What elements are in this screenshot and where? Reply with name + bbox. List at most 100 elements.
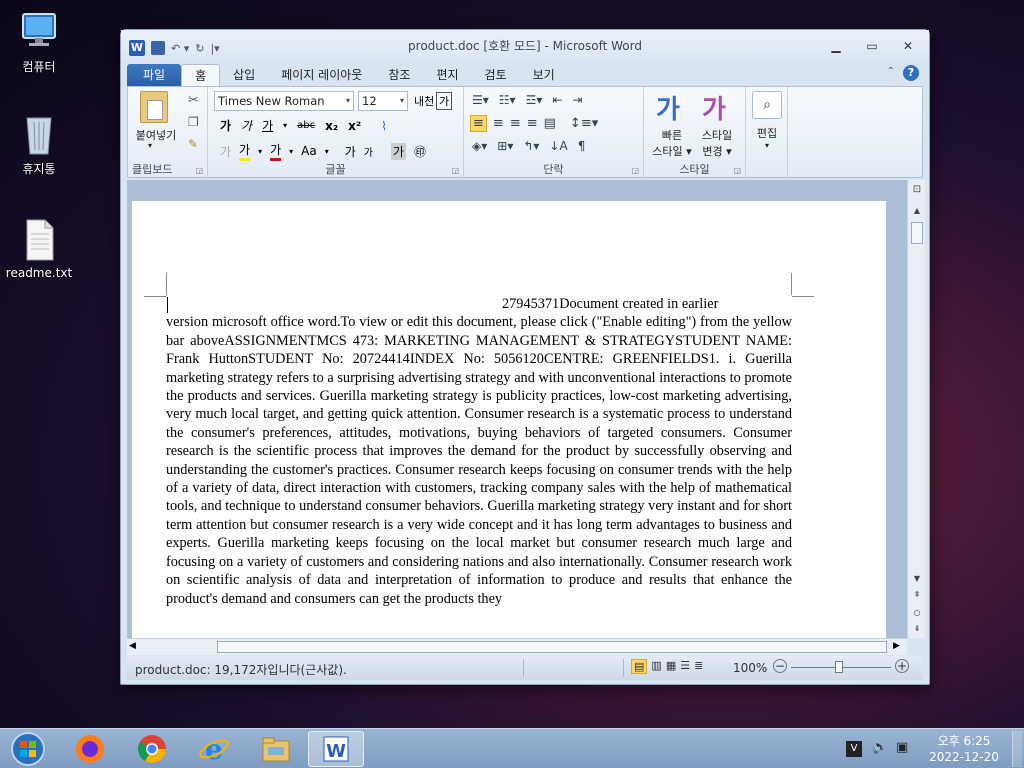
justify-icon[interactable]: ≡ xyxy=(527,116,538,131)
grow-font-icon[interactable]: 가 xyxy=(345,143,356,160)
document-text[interactable]: 27945371Document created in earlier vers… xyxy=(166,295,792,608)
h-scroll-thumb[interactable] xyxy=(217,641,887,653)
scroll-left-icon[interactable]: ◀ xyxy=(129,641,136,651)
highlight-icon[interactable]: 가 xyxy=(239,141,251,161)
title-bar[interactable]: W ↶ ▾ ↻ |▾ product.doc [호환 모드] - Microso… xyxy=(121,30,929,62)
font-name-select[interactable]: Times New Roman ▾ xyxy=(214,91,354,111)
word-count-status[interactable]: product.doc: 19,172자입니다(근사값). xyxy=(135,661,347,678)
desktop-icon-recycle-bin[interactable]: 휴지통 xyxy=(4,112,74,177)
next-page-icon[interactable]: ⇟ xyxy=(908,624,926,633)
zoom-slider-thumb[interactable] xyxy=(835,661,843,673)
change-styles-button[interactable]: 스타일 변경 ▾ xyxy=(694,127,740,159)
prev-page-icon[interactable]: ⇞ xyxy=(908,590,926,599)
scroll-down-icon[interactable]: ▼ xyxy=(908,574,926,583)
bullets-icon[interactable]: ☰▾ xyxy=(472,93,489,107)
scroll-right-icon[interactable]: ▶ xyxy=(893,641,900,651)
dialog-launcher-icon[interactable]: ◲ xyxy=(451,166,459,175)
restore-icon[interactable]: ▭ xyxy=(861,38,883,54)
copy-icon[interactable]: ❐ xyxy=(188,115,199,129)
minimize-ribbon-icon[interactable]: ⌃ xyxy=(887,66,895,77)
minimize-icon[interactable]: ▁ xyxy=(825,38,847,54)
browse-object-icon[interactable]: ○ xyxy=(908,608,926,617)
quick-styles-button[interactable]: 빠른 스타일 ▾ xyxy=(650,127,694,159)
subscript-icon[interactable]: x₂ xyxy=(325,119,338,133)
align-right-icon[interactable]: ≡ xyxy=(510,116,521,131)
sort-icon[interactable]: ↓A xyxy=(549,139,567,153)
char-border-icon[interactable]: ㊞ xyxy=(414,143,426,160)
full-screen-reading-icon[interactable]: ▥ xyxy=(651,659,661,674)
align-left-icon[interactable]: ≡ xyxy=(470,115,487,132)
cut-icon[interactable]: ✂ xyxy=(188,93,199,108)
scroll-up-icon[interactable]: ▲ xyxy=(908,206,926,215)
dialog-launcher-icon[interactable]: ◲ xyxy=(631,166,639,175)
find-icon[interactable]: ⌕ xyxy=(752,91,782,119)
quick-styles-icon[interactable]: 가 xyxy=(656,89,680,126)
enclose-char-icon[interactable]: 가 xyxy=(436,92,453,110)
numbering-icon[interactable]: ☷▾ xyxy=(499,93,516,107)
document-page[interactable]: 27945371Document created in earlier vers… xyxy=(132,201,886,638)
draft-icon[interactable]: ≣ xyxy=(694,659,703,674)
close-icon[interactable]: ✕ xyxy=(897,38,919,54)
firefox-icon[interactable] xyxy=(62,731,118,767)
phonetic-guide-icon[interactable]: 내천 xyxy=(414,93,434,109)
zoom-level[interactable]: 100% xyxy=(733,661,767,675)
tab-home[interactable]: 홈 xyxy=(181,64,221,86)
distributed-icon[interactable]: ▤ xyxy=(544,116,556,131)
borders-icon[interactable]: ⊞▾ xyxy=(497,139,513,153)
word-icon[interactable]: W xyxy=(308,731,364,767)
vertical-scrollbar[interactable]: ⊡ ▲ ▼ ⇞ ○ ⇟ xyxy=(907,180,925,638)
paste-button[interactable]: 붙여넣기 xyxy=(132,127,180,143)
shrink-font-icon[interactable]: 가 xyxy=(364,144,373,159)
zoom-slider[interactable] xyxy=(791,661,891,673)
change-styles-icon[interactable]: 가 xyxy=(702,89,726,126)
format-painter-icon[interactable]: ✎ xyxy=(188,137,198,151)
scroll-thumb[interactable] xyxy=(911,222,923,244)
desktop-icon-readme[interactable]: readme.txt xyxy=(4,218,74,280)
increase-indent-icon[interactable]: ⇥ xyxy=(572,93,582,107)
help-icon[interactable]: ? xyxy=(903,65,919,81)
tab-insert[interactable]: 삽입 xyxy=(220,64,268,86)
shading-icon[interactable]: ◈▾ xyxy=(472,139,487,153)
desktop-icon-computer[interactable]: 컴퓨터 xyxy=(4,10,74,75)
ie-icon[interactable]: e xyxy=(186,731,242,767)
zoom-out-icon[interactable]: − xyxy=(773,659,787,673)
font-color-icon[interactable]: 가 xyxy=(270,141,282,161)
tab-view[interactable]: 보기 xyxy=(520,64,568,86)
show-desktop-button[interactable] xyxy=(1012,731,1022,767)
text-effects-gray-icon[interactable]: 가 xyxy=(220,143,231,160)
explorer-icon[interactable] xyxy=(248,731,304,767)
tab-mailings[interactable]: 편지 xyxy=(423,64,471,86)
font-size-select[interactable]: 12 ▾ xyxy=(358,91,408,111)
tab-file[interactable]: 파일 xyxy=(127,64,182,86)
ruler-toggle-icon[interactable]: ⊡ xyxy=(908,184,926,195)
multilevel-list-icon[interactable]: ☲▾ xyxy=(526,93,543,107)
tab-references[interactable]: 참조 xyxy=(375,64,423,86)
italic-icon[interactable]: 가 xyxy=(241,117,252,134)
network-icon[interactable]: ▣ xyxy=(896,740,908,755)
bold-icon[interactable]: 가 xyxy=(220,117,231,134)
superscript-icon[interactable]: x² xyxy=(348,119,361,133)
dialog-launcher-icon[interactable]: ◲ xyxy=(733,166,741,175)
underline-icon[interactable]: 가 xyxy=(262,117,273,134)
volume-icon[interactable]: 🔈 xyxy=(872,740,888,755)
tab-review[interactable]: 검토 xyxy=(472,64,520,86)
print-layout-icon[interactable]: ▤ xyxy=(631,659,648,674)
tab-page-layout[interactable]: 페이지 레이아웃 xyxy=(268,64,375,86)
show-marks-icon[interactable]: ¶ xyxy=(578,139,586,153)
zoom-in-icon[interactable]: + xyxy=(895,659,909,673)
align-center-icon[interactable]: ≡ xyxy=(493,116,504,131)
clear-format-icon[interactable]: 가 xyxy=(391,142,407,160)
horizontal-scrollbar[interactable]: ◀ ▶ xyxy=(127,638,907,655)
tray-ime-icon[interactable]: V xyxy=(846,741,862,757)
asian-layout-icon[interactable]: ↰▾ xyxy=(523,139,539,153)
change-case-icon[interactable]: Aa xyxy=(301,144,317,158)
text-effects-icon[interactable]: ⌇ xyxy=(381,119,387,133)
chrome-icon[interactable] xyxy=(124,731,180,767)
start-orb-icon[interactable] xyxy=(0,731,56,767)
web-layout-icon[interactable]: ▦ xyxy=(666,659,676,674)
outline-icon[interactable]: ☰ xyxy=(680,659,690,674)
decrease-indent-icon[interactable]: ⇤ xyxy=(552,93,562,107)
paste-icon[interactable] xyxy=(140,91,168,123)
strikethrough-icon[interactable]: abc xyxy=(297,120,315,131)
line-spacing-icon[interactable]: ↕≡▾ xyxy=(570,116,598,131)
